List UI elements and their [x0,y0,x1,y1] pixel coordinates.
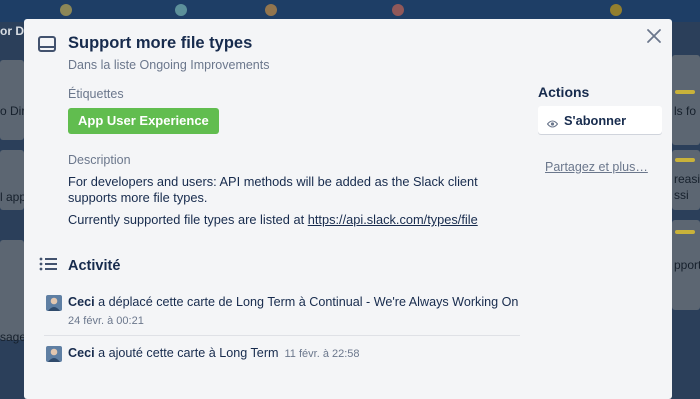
divider [44,335,520,336]
activity-user[interactable]: Ceci [68,295,95,309]
close-icon[interactable] [644,26,664,46]
description-text[interactable]: For developers and users: API methods wi… [68,174,513,206]
description-prefix: Currently supported file types are liste… [68,212,308,227]
activity-list-icon [39,257,57,276]
share-link[interactable]: Partagez et plus… [545,160,648,174]
description-heading: Description [68,153,131,167]
activity-date[interactable]: 24 févr. à 00:21 [68,315,144,327]
activity-heading: Activité [68,258,121,274]
activity-text: a déplacé cette carte de Long Term à Con… [94,295,519,309]
subscribe-label: S'abonner [564,113,627,128]
bg-list-title: or D [0,24,24,38]
card-title[interactable]: Support more file types [68,34,252,53]
bg-card-text: l app [0,190,27,204]
card-detail-modal: Support more file types Dans la liste On… [24,19,672,399]
list-context: Dans la liste Ongoing Improvements [68,58,270,72]
activity-date-row: 24 févr. à 00:21 [68,313,144,327]
avatar[interactable] [46,346,62,362]
card-icon [38,36,56,57]
bg-card-text: ssi [674,188,689,202]
bg-card-text: sage [0,330,27,344]
actions-heading: Actions [538,84,590,100]
bg-card-text: ls fo [674,104,697,118]
activity-user[interactable]: Ceci [68,346,95,360]
bg-card-text: pport [674,258,700,272]
activity-item: Ceci a ajouté cette carte à Long Term 11 … [68,346,360,360]
avatar[interactable] [46,295,62,311]
bg-card-text: reasi [674,172,700,186]
description-link[interactable]: https://api.slack.com/types/file [308,212,478,227]
subscribe-button[interactable]: S'abonner [538,106,662,134]
eye-icon [546,116,559,131]
activity-text: a ajouté cette carte à Long Term [94,346,279,360]
labels-heading: Étiquettes [68,87,124,101]
activity-item: Ceci a déplacé cette carte de Long Term … [68,295,518,309]
bg-card-text: o Dir [0,104,26,118]
label-tag[interactable]: App User Experience [68,108,219,134]
description-text-2[interactable]: Currently supported file types are liste… [68,212,513,228]
activity-date[interactable]: 11 févr. à 22:58 [285,348,360,360]
